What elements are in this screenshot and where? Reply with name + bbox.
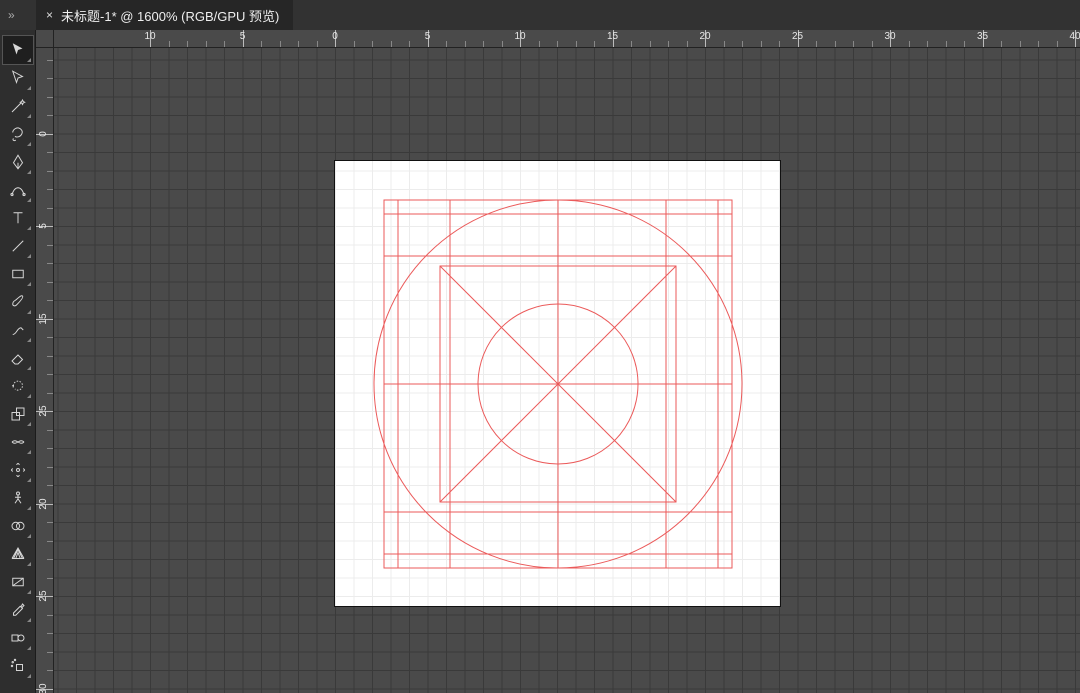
ruler-tick-label: 10 [514,31,525,42]
ruler-tick-label: 20 [38,498,49,509]
ruler-tick-label: 35 [977,31,988,42]
ruler-tick-label: 15 [607,31,618,42]
ruler-tick-label: 30 [38,683,49,693]
paintbrush-tool[interactable] [3,288,33,316]
tools-panel [0,30,36,693]
ruler-tick-label: 15 [38,313,49,324]
artboard[interactable] [335,161,780,606]
ruler-tick-label: 5 [240,31,246,42]
document-tab-bar: » × 未标题-1* @ 1600% (RGB/GPU 预览) [0,0,1080,30]
ruler-tick-label: 0 [332,31,338,42]
ruler-tick-label: 5 [425,31,431,42]
ruler-tick-label: 30 [884,31,895,42]
blend-tool[interactable] [3,624,33,652]
ruler-tick-label: 25 [792,31,803,42]
line-segment-tool[interactable] [3,232,33,260]
eraser-tool[interactable] [3,344,33,372]
shape-builder-tool[interactable] [3,512,33,540]
ruler-tick-label: 10 [144,31,155,42]
horizontal-ruler[interactable]: 10 5 0 5 10 15 20 25 30 35 40 [54,30,1080,48]
pen-tool[interactable] [3,148,33,176]
eyedropper-tool[interactable] [3,596,33,624]
close-tab-icon[interactable]: × [46,8,53,22]
curvature-tool[interactable] [3,176,33,204]
selection-tool[interactable] [3,36,33,64]
ruler-tick-label: 40 [1069,31,1080,42]
rectangle-tool[interactable] [3,260,33,288]
ruler-origin-corner[interactable] [36,30,54,48]
vertical-ruler[interactable]: 0 5 15 25 20 25 30 [36,48,54,693]
symbol-sprayer-tool[interactable] [3,652,33,680]
artwork-guides [335,161,780,606]
ruler-tick-label: 5 [38,223,49,229]
scale-tool[interactable] [3,400,33,428]
puppet-warp-tool[interactable] [3,484,33,512]
ruler-tick-label: 20 [699,31,710,42]
width-tool[interactable] [3,428,33,456]
ruler-tick-label: 25 [38,590,49,601]
magic-wand-tool[interactable] [3,92,33,120]
gradient-tool[interactable] [3,568,33,596]
document-workspace: 10 5 0 5 10 15 20 25 30 35 40 0 5 15 25 20 25 30 [36,30,1080,693]
ruler-tick-label: 25 [38,405,49,416]
document-tab[interactable]: × 未标题-1* @ 1600% (RGB/GPU 预览) [36,0,293,30]
direct-selection-tool[interactable] [3,64,33,92]
perspective-grid-tool[interactable] [3,540,33,568]
canvas-area[interactable] [54,48,1080,693]
document-tab-title: 未标题-1* @ 1600% (RGB/GPU 预览) [61,6,279,25]
ruler-tick-label: 0 [38,131,49,137]
shaper-tool[interactable] [3,316,33,344]
rotate-tool[interactable] [3,372,33,400]
lasso-tool[interactable] [3,120,33,148]
type-tool[interactable] [3,204,33,232]
free-transform-tool[interactable] [3,456,33,484]
panel-collapse-chevrons[interactable]: » [0,8,36,22]
